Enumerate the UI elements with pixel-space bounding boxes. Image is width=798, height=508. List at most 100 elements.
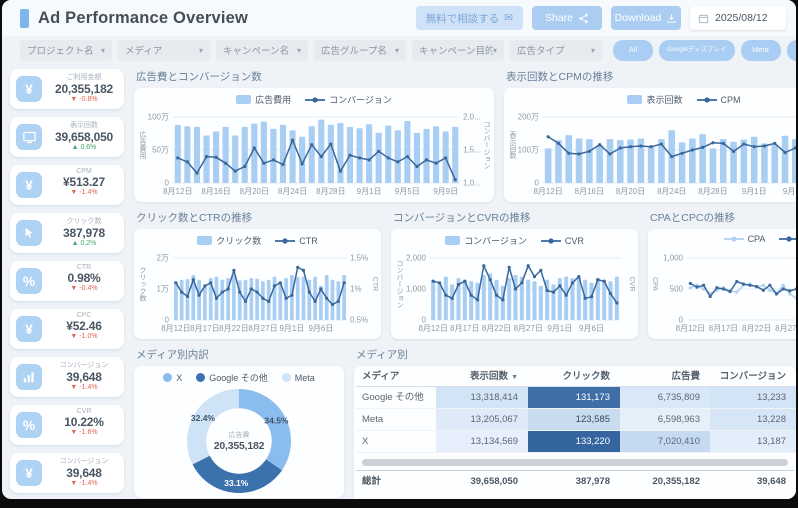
svg-text:1,000: 1,000 <box>663 254 684 263</box>
yen-icon: ¥ <box>16 172 42 198</box>
svg-text:8月24日: 8月24日 <box>278 187 307 196</box>
kpi-value: 20,355,182 <box>48 82 120 96</box>
kpi-sidebar: ¥ご利用金額20,355,182▼ -0.8%表示回数39,658,050▲ 0… <box>2 69 132 499</box>
svg-text:200万: 200万 <box>518 113 539 122</box>
kpi-card-2: ¥CPM¥513.27▼ -1.4% <box>10 165 124 205</box>
legend-bar-swatch <box>627 95 642 104</box>
kpi-delta: ▼ -0.4% <box>48 285 120 292</box>
column-header-0: メディア <box>356 367 436 387</box>
chart-panel: X Google その他 Meta 34.5%33.1%32.4%広告費20,355,… <box>134 366 344 498</box>
chart-panel: 広告費用コンバージョン050万100万1,0...1,5...2,0...8月1… <box>134 88 494 202</box>
download-button[interactable]: Download <box>611 6 681 30</box>
media-table: メディア表示回数▼クリック数広告費コンバージョンGoogle その他13,318… <box>354 366 796 499</box>
legend-label: 表示回数 <box>646 93 682 106</box>
table-row: Meta13,205,067123,5856,598,96313,228 <box>356 409 794 431</box>
header-actions: 無料で相談する ✉ Share Download 2025/08/12 <box>416 6 786 30</box>
percent-icon: % <box>16 268 42 294</box>
kpi-value: 0.98% <box>48 271 120 285</box>
svg-text:9月6日: 9月6日 <box>579 324 604 333</box>
chart-title: クリック数とCTRの推移 <box>136 210 381 225</box>
kpi-label: コンバージョン <box>48 456 120 466</box>
legend-line-swatch <box>779 235 796 243</box>
value-cell: 7,020,410 <box>620 431 710 453</box>
table-title: メディア別 <box>356 347 796 362</box>
legend-dot <box>196 373 205 382</box>
column-header-3: 広告費 <box>620 367 710 387</box>
title-accent-bar <box>20 9 29 28</box>
chart-legend: X Google その他 Meta <box>134 371 344 384</box>
value-cell: 13,228 <box>710 409 796 431</box>
filter-bar: プロジェクト名▾ メディア▾ キャンペーン名▾ 広告グループ名▾ キャンペーン目的▾ 広告… <box>2 36 796 64</box>
legend-item: CVR <box>541 236 584 246</box>
share-button-label: Share <box>545 12 573 24</box>
kpi-value: 39,648 <box>48 370 120 384</box>
donut-center-label: 広告費 <box>214 430 265 440</box>
chart-plot: 050万100万1,0...1,5...2,0...8月12日8月16日8月20… <box>139 111 490 198</box>
legend-line-swatch <box>541 237 561 245</box>
chevron-down-icon: ▾ <box>395 46 399 55</box>
filter-dropdown-1[interactable]: メディア▾ <box>118 40 210 61</box>
legend-dot <box>163 373 172 382</box>
kpi-card-1: 表示回数39,658,050▲ 0.6% <box>10 117 124 157</box>
value-cell: 123,585 <box>528 409 620 431</box>
date-range-picker[interactable]: 2025/08/12 <box>690 6 786 30</box>
filter-dropdown-5[interactable]: 広告タイプ▾ <box>510 40 602 61</box>
kpi-delta: ▲ 0.6% <box>48 144 120 151</box>
legend-label: Meta <box>295 373 315 383</box>
donut-chart: 34.5%33.1%32.4%広告費20,355,182 <box>134 386 344 494</box>
svg-text:9月1日: 9月1日 <box>357 187 382 196</box>
legend-item: X <box>163 373 182 383</box>
chart-section-media-breakdown: メディア別内訳XGoogle その他Meta34.5%33.1%32.4%広告費… <box>134 347 344 499</box>
legend-item: 広告費用 <box>236 93 291 106</box>
svg-text:8月20日: 8月20日 <box>240 187 269 196</box>
filter-dropdown-2[interactable]: キャンペーン名▾ <box>216 40 308 61</box>
legend-label: CPM <box>721 95 741 105</box>
media-chip-3[interactable]: X <box>787 40 796 61</box>
svg-text:0.5%: 0.5% <box>350 316 368 325</box>
share-button[interactable]: Share <box>532 6 602 30</box>
chart-icon <box>16 364 42 390</box>
y-axis-label-left: コンバージョン <box>394 260 404 309</box>
legend-label: コンバージョン <box>329 93 392 106</box>
legend-label: CTR <box>299 236 318 246</box>
legend-item: Google その他 <box>196 371 268 384</box>
legend-item: クリック数 <box>197 234 261 247</box>
total-value: 39,648 <box>710 471 796 493</box>
kpi-value: 387,978 <box>48 226 120 240</box>
svg-text:9月9日: 9月9日 <box>433 187 458 196</box>
table-horizontal-scrollbar[interactable] <box>362 459 788 466</box>
svg-text:8月12日: 8月12日 <box>161 324 190 333</box>
consult-button[interactable]: 無料で相談する ✉ <box>416 6 523 30</box>
legend-line-swatch <box>305 96 325 104</box>
kpi-label: CPC <box>48 312 120 319</box>
kpi-label: 表示回数 <box>48 120 120 130</box>
header: Ad Performance Overview 無料で相談する ✉ Share … <box>2 0 796 36</box>
media-table-section: メディア別 メディア表示回数▼クリック数広告費コンバージョンGoogle その他… <box>354 347 796 499</box>
chart-svg: 01,0002,0008月12日8月17日8月22日8月27日9月1日9月6日 <box>396 252 634 335</box>
donut-center-value: 20,355,182 <box>214 440 265 452</box>
media-chip-1[interactable]: Googleディスプレイ <box>659 40 735 61</box>
share-icon <box>578 13 589 24</box>
filter-dropdown-0[interactable]: プロジェクト名▾ <box>20 40 112 61</box>
column-header-1[interactable]: 表示回数▼ <box>436 367 528 387</box>
media-chip-2[interactable]: Meta <box>741 40 781 61</box>
chart-title: 表示回数とCPMの推移 <box>506 69 796 84</box>
chart-title: 広告費とコンバージョン数 <box>136 69 494 84</box>
chevron-down-icon: ▾ <box>591 46 595 55</box>
y-axis-label-left: 広告費用 <box>137 131 147 159</box>
legend-bar-swatch <box>197 236 212 245</box>
svg-text:1万: 1万 <box>157 285 169 294</box>
dashboard-screen: Ad Performance Overview 無料で相談する ✉ Share … <box>2 0 796 499</box>
svg-text:8月27日: 8月27日 <box>248 324 277 333</box>
filter-dropdown-4[interactable]: キャンペーン目的▾ <box>412 40 504 61</box>
chart-plot: 01万2万0.5%1%1.5%8月12日8月17日8月22日8月27日9月1日9… <box>139 252 377 335</box>
media-chips: AllGoogleディスプレイMetaXTikTok <box>613 40 796 61</box>
y-axis-label-right: コンバージョン <box>481 121 491 170</box>
chart-section-conversions-cvr: コンバージョンとCVRの推移コンバージョンCVR01,0002,0008月12日… <box>391 210 638 339</box>
svg-text:100万: 100万 <box>148 113 169 122</box>
svg-text:500: 500 <box>670 285 684 294</box>
value-cell: 133,220 <box>528 431 620 453</box>
filter-dropdown-3[interactable]: 広告グループ名▾ <box>314 40 406 61</box>
media-chip-0[interactable]: All <box>613 40 653 61</box>
chevron-down-icon: ▾ <box>199 46 203 55</box>
